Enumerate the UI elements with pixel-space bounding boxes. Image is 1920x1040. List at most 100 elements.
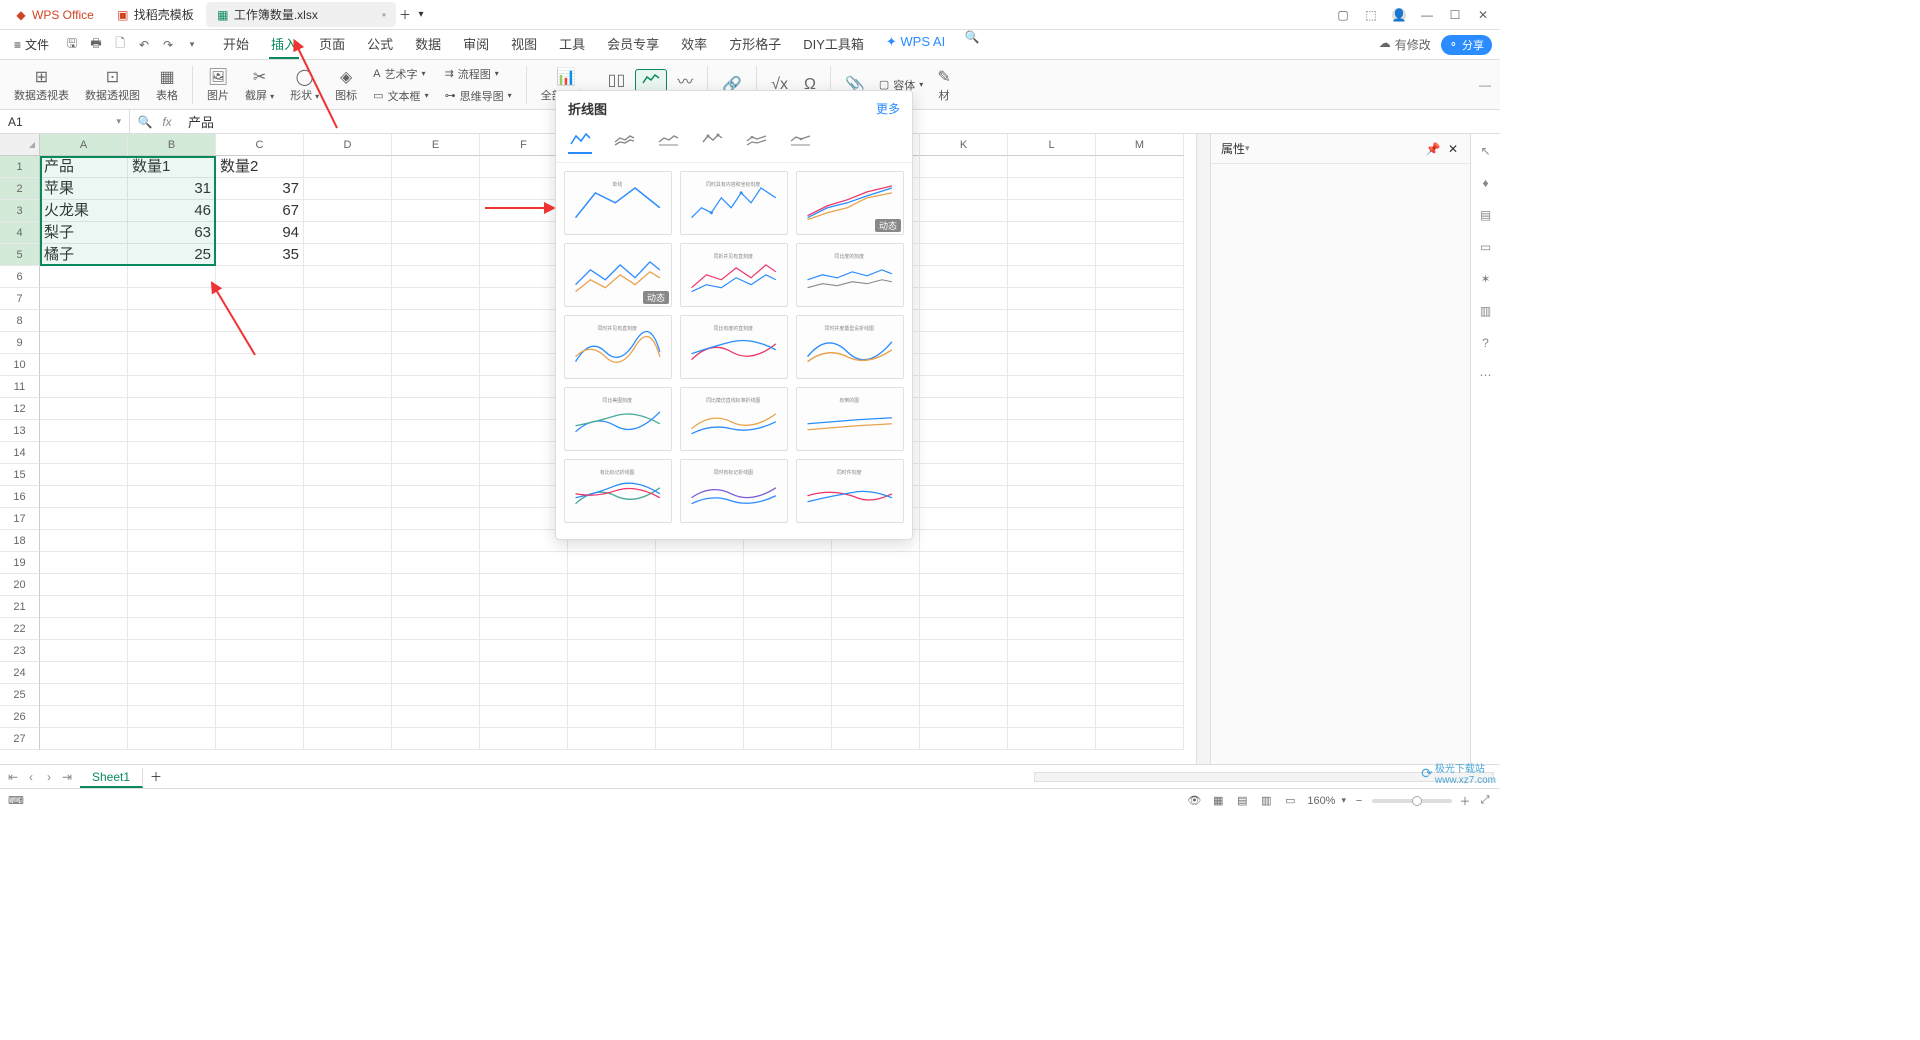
add-sheet-button[interactable]: ＋ [149,770,163,784]
cell[interactable] [128,464,216,486]
cell[interactable] [216,530,304,552]
cell[interactable] [480,552,568,574]
cell[interactable]: 数量2 [216,156,304,178]
sheet-first-icon[interactable]: ⇤ [6,770,20,784]
sheet-tab-1[interactable]: Sheet1 [80,768,143,788]
cell[interactable] [40,662,128,684]
cell[interactable] [40,266,128,288]
row-header[interactable]: 20 [0,574,40,596]
cell[interactable] [392,398,480,420]
cell[interactable] [656,706,744,728]
chart-thumbnail[interactable]: 有倒的图 [796,387,904,451]
line-stacked-icon[interactable] [612,130,636,154]
cell[interactable] [1096,420,1184,442]
cell[interactable] [128,574,216,596]
redo-icon[interactable]: ↷ [161,38,175,52]
print-preview-icon[interactable]: 🗋 [113,38,127,52]
cell[interactable] [1008,222,1096,244]
cell[interactable] [304,310,392,332]
chart-thumbnail[interactable]: 同比有度的直刻度 [680,315,788,379]
cell[interactable] [128,662,216,684]
layout-tool-icon[interactable]: ▤ [1477,206,1495,224]
cell[interactable] [40,354,128,376]
cell[interactable] [1096,156,1184,178]
line-marker-icon[interactable] [700,130,724,154]
cell[interactable] [744,596,832,618]
cell[interactable] [304,552,392,574]
share-button[interactable]: ⚬ 分享 [1441,35,1492,55]
chart-thumbnail[interactable]: 动态 [796,171,904,235]
cell[interactable] [392,618,480,640]
chart-thumbnail[interactable]: 同比美图刻度 [564,387,672,451]
row-header[interactable]: 22 [0,618,40,640]
cell[interactable] [128,508,216,530]
avatar-icon[interactable]: 👤 [1392,8,1406,22]
chart-thumbnail[interactable]: 同时并度量型设折线图 [796,315,904,379]
cell[interactable] [568,640,656,662]
cell[interactable] [40,420,128,442]
tab-list-button[interactable]: ▾ [414,8,428,22]
column-header[interactable]: L [1008,134,1096,156]
style-tool-icon[interactable]: ♦ [1477,174,1495,192]
cell[interactable] [920,684,1008,706]
cell[interactable] [832,640,920,662]
sheet-next-icon[interactable]: › [42,770,56,784]
cell[interactable] [304,728,392,750]
app-cube-icon[interactable]: ⬚ [1364,8,1378,22]
cell[interactable] [216,618,304,640]
cell[interactable] [1096,376,1184,398]
cell[interactable] [128,376,216,398]
cell[interactable] [920,728,1008,750]
cell[interactable] [920,574,1008,596]
cell[interactable] [128,728,216,750]
row-header[interactable]: 4 [0,222,40,244]
close-icon[interactable]: ✕ [1446,142,1460,156]
help-tool-icon[interactable]: ? [1477,334,1495,352]
cell[interactable] [216,728,304,750]
cell[interactable] [1008,684,1096,706]
cell[interactable] [304,332,392,354]
cell[interactable]: 产品 [40,156,128,178]
cell[interactable] [480,618,568,640]
zoom-slider[interactable] [1372,799,1452,803]
cell[interactable] [920,508,1008,530]
cell[interactable] [744,618,832,640]
reading-view-icon[interactable]: ▭ [1283,794,1297,808]
cell[interactable] [40,486,128,508]
tab-diy[interactable]: DIY工具箱 [801,30,866,59]
cell[interactable] [1096,332,1184,354]
minimize-icon[interactable]: — [1420,8,1434,22]
cell[interactable] [1096,266,1184,288]
title-tab-sheet[interactable]: ▦ 工作簿数量.xlsx • [206,2,396,27]
cell[interactable] [920,222,1008,244]
chart-thumbnail[interactable]: 同时具有内容和坐标刻度 [680,171,788,235]
cell[interactable] [40,640,128,662]
cell[interactable] [832,662,920,684]
mindmap-button[interactable]: ⊶思维导图 ▾ [441,86,516,106]
cell[interactable] [656,552,744,574]
cell[interactable] [40,706,128,728]
row-header[interactable]: 1 [0,156,40,178]
cell[interactable] [216,354,304,376]
cell[interactable] [392,574,480,596]
cell[interactable] [304,376,392,398]
cell[interactable] [656,574,744,596]
fullscreen-icon[interactable]: ⤢ [1478,794,1492,808]
cell[interactable] [304,596,392,618]
cell[interactable] [1096,640,1184,662]
pointer-tool-icon[interactable]: ↖ [1477,142,1495,160]
cell[interactable] [1008,200,1096,222]
cell[interactable] [744,662,832,684]
cell[interactable] [128,552,216,574]
row-header[interactable]: 17 [0,508,40,530]
cell[interactable]: 63 [128,222,216,244]
cell[interactable] [920,596,1008,618]
cell[interactable] [920,244,1008,266]
cell[interactable] [128,332,216,354]
cell[interactable] [1008,574,1096,596]
cell[interactable] [1096,684,1184,706]
cell[interactable] [568,574,656,596]
cell[interactable] [304,288,392,310]
cell[interactable] [128,310,216,332]
cell[interactable] [128,354,216,376]
